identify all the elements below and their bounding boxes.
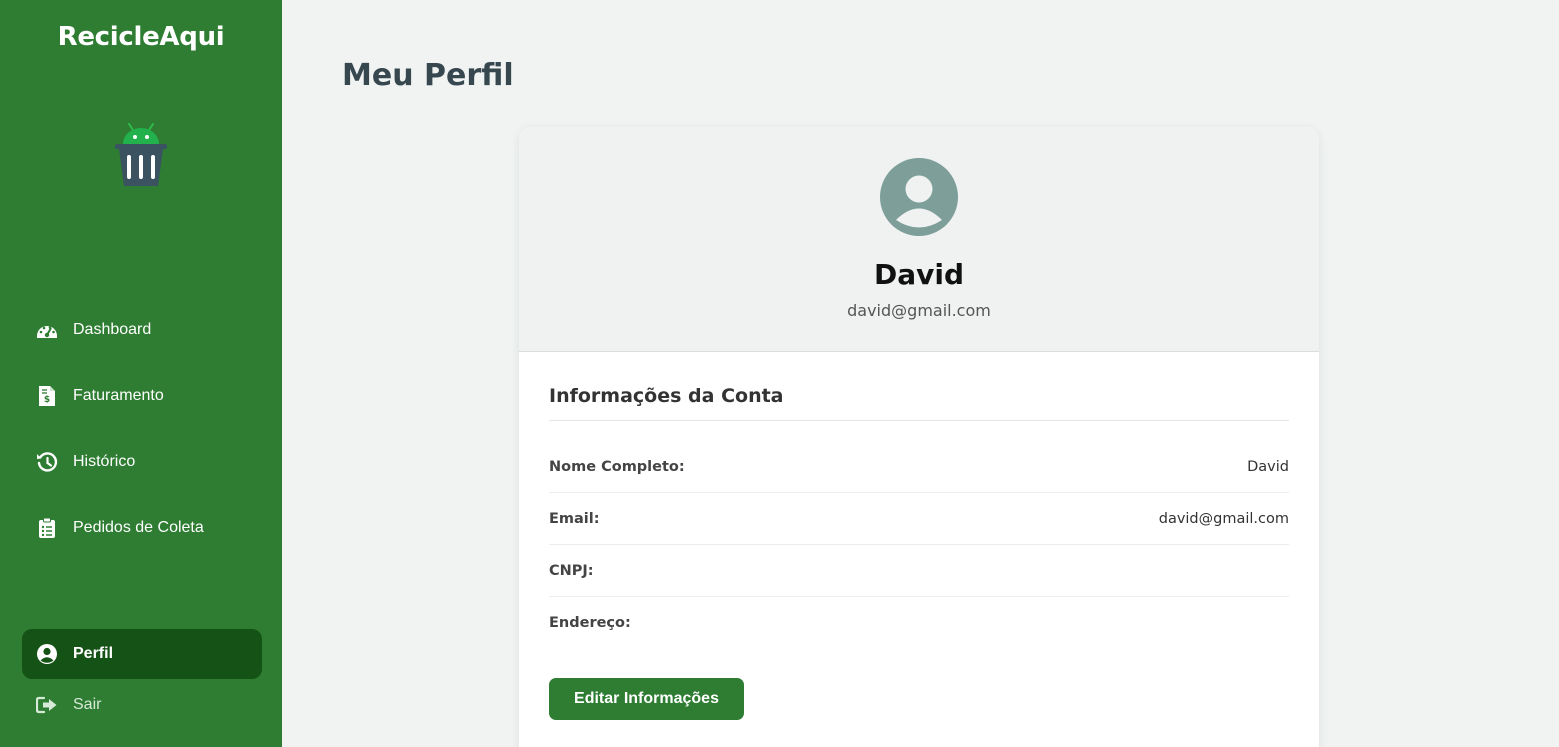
invoice-dollar-icon: $	[36, 385, 58, 407]
sidebar-item-pedidos-de-coleta[interactable]: Pedidos de Coleta	[22, 503, 262, 553]
logout-label: Sair	[73, 696, 102, 713]
sidebar-item-faturamento[interactable]: $ Faturamento	[22, 371, 262, 421]
main-content: Meu Perfil David david@gmail.com Informa…	[282, 0, 1559, 747]
sidebar-item-label: Perfil	[73, 645, 114, 662]
avatar	[880, 158, 958, 236]
user-email: david@gmail.com	[847, 301, 991, 320]
user-circle-icon	[36, 643, 58, 665]
user-name: David	[873, 258, 965, 291]
info-value: David	[1247, 458, 1289, 475]
info-row-cnpj: CNPJ:	[549, 545, 1289, 597]
info-row-email: Email: david@gmail.com	[549, 493, 1289, 545]
sign-out-icon	[36, 694, 58, 716]
info-value: david@gmail.com	[1158, 510, 1289, 527]
info-label: Email:	[549, 510, 600, 527]
sidebar-item-perfil[interactable]: Perfil	[22, 629, 262, 679]
recycle-bin-logo	[111, 120, 171, 190]
svg-text:$: $	[44, 395, 50, 405]
history-icon	[36, 451, 58, 473]
profile-header: David david@gmail.com	[519, 127, 1319, 352]
gauge-icon	[36, 319, 58, 341]
info-label: Endereço:	[549, 615, 631, 631]
info-label: Nome Completo:	[549, 458, 685, 475]
user-avatar-icon	[880, 158, 958, 236]
info-label: CNPJ:	[549, 562, 594, 579]
brand-title: RecicleAqui	[57, 22, 225, 52]
sidebar-item-label: Faturamento	[73, 387, 164, 404]
sidebar-item-label: Pedidos de Coleta	[73, 519, 204, 536]
divider	[549, 420, 1289, 421]
info-row-endereco: Endereço:	[549, 597, 1289, 649]
sidebar-item-label: Dashboard	[73, 321, 152, 338]
sidebar: RecicleAqui Dashboard $ Faturamento Hist…	[0, 0, 282, 747]
sidebar-item-historico[interactable]: Histórico	[22, 437, 262, 487]
info-row-nome-completo: Nome Completo: David	[549, 441, 1289, 493]
logout-button[interactable]: Sair	[22, 680, 262, 730]
clipboard-list-icon	[36, 517, 58, 539]
sidebar-item-label: Histórico	[73, 453, 136, 470]
edit-info-button[interactable]: Editar Informações	[549, 678, 744, 720]
profile-card: David david@gmail.com Informações da Con…	[519, 127, 1319, 747]
sidebar-item-dashboard[interactable]: Dashboard	[22, 305, 262, 355]
section-title: Informações da Conta	[549, 385, 784, 407]
page-title: Meu Perfil	[342, 58, 514, 93]
